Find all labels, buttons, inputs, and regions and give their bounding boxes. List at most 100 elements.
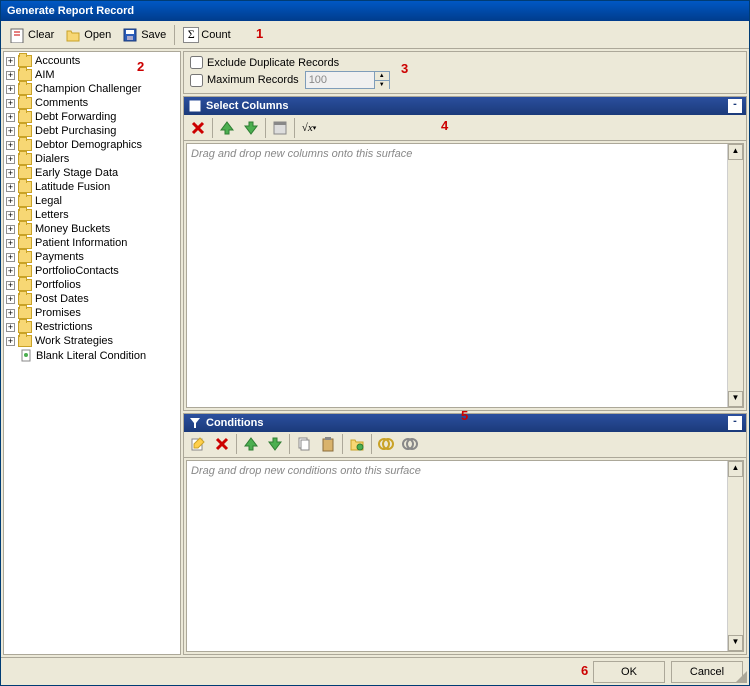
count-button[interactable]: Σ Count: [178, 24, 235, 46]
tree-pane: + Accounts+AIM+Champion Challenger+Commen…: [3, 51, 181, 655]
tree-item[interactable]: +Restrictions: [4, 320, 180, 334]
maximum-records-spinner[interactable]: ▲▼: [375, 71, 390, 89]
cancel-button[interactable]: Cancel: [671, 661, 743, 683]
folder-icon: [18, 307, 32, 319]
expand-icon[interactable]: +: [6, 253, 15, 262]
conditions-collapse-button[interactable]: -: [728, 416, 742, 430]
tree-item[interactable]: + Accounts: [4, 54, 180, 68]
tree-item[interactable]: +Comments: [4, 96, 180, 110]
tree-item-label: Accounts: [35, 55, 80, 67]
delete-condition-button[interactable]: [210, 433, 234, 455]
maximum-records-label: Maximum Records: [207, 74, 299, 86]
paste-condition-button[interactable]: [316, 433, 340, 455]
expand-icon[interactable]: +: [6, 99, 15, 108]
tree-item[interactable]: + PortfolioContacts: [4, 264, 180, 278]
tree-item[interactable]: +Debt Forwarding: [4, 110, 180, 124]
tree-item-label: Letters: [35, 209, 69, 221]
group-condition-button[interactable]: [345, 433, 369, 455]
open-label: Open: [84, 29, 111, 41]
tree-item[interactable]: +Champion Challenger: [4, 82, 180, 96]
expand-icon[interactable]: +: [6, 169, 15, 178]
tree-item[interactable]: + Dialers: [4, 152, 180, 166]
tree-item[interactable]: +Work Strategies: [4, 334, 180, 348]
tree-item-label: Dialers: [35, 153, 69, 165]
expand-icon[interactable]: +: [6, 85, 15, 94]
window-title: Generate Report Record: [7, 5, 134, 17]
expand-icon[interactable]: +: [6, 225, 15, 234]
tree-item-label: Portfolios: [35, 279, 81, 291]
expand-icon[interactable]: +: [6, 323, 15, 332]
aggregate-button[interactable]: √x▾: [297, 117, 321, 139]
save-button[interactable]: Save: [116, 23, 171, 47]
tree-item-label: PortfolioContacts: [35, 265, 119, 277]
expand-icon[interactable]: +: [6, 239, 15, 248]
clear-button[interactable]: Clear: [3, 23, 59, 47]
tree-item[interactable]: +Debt Purchasing: [4, 124, 180, 138]
tree-item[interactable]: + Early Stage Data: [4, 166, 180, 180]
expand-icon[interactable]: +: [6, 57, 15, 66]
cond-move-down-button[interactable]: [263, 433, 287, 455]
move-down-button[interactable]: [239, 117, 263, 139]
resize-grip[interactable]: [735, 671, 747, 683]
folder-icon: [18, 321, 32, 333]
tree-item[interactable]: + Payments: [4, 250, 180, 264]
tree-item[interactable]: +Money Buckets: [4, 222, 180, 236]
format-button[interactable]: [268, 117, 292, 139]
or-group-button[interactable]: [398, 433, 422, 455]
edit-condition-button[interactable]: [186, 433, 210, 455]
select-columns-drop-area[interactable]: Drag and drop new columns onto this surf…: [186, 143, 744, 408]
tree-item[interactable]: + Portfolios: [4, 278, 180, 292]
expand-icon[interactable]: +: [6, 141, 15, 150]
tree-item[interactable]: +Post Dates: [4, 292, 180, 306]
expand-icon[interactable]: +: [6, 183, 15, 192]
ok-button[interactable]: OK: [593, 661, 665, 683]
scrollbar[interactable]: ▲▼: [727, 461, 743, 651]
folder-icon: [18, 223, 32, 235]
expand-icon[interactable]: +: [6, 337, 15, 346]
expand-icon[interactable]: +: [6, 197, 15, 206]
main-area: + Accounts+AIM+Champion Challenger+Commen…: [1, 49, 749, 657]
conditions-drop-area[interactable]: Drag and drop new conditions onto this s…: [186, 460, 744, 652]
tree-item[interactable]: +AIM: [4, 68, 180, 82]
callout-1: 1: [256, 26, 263, 41]
scrollbar[interactable]: ▲▼: [727, 144, 743, 407]
tree-item[interactable]: + Letters: [4, 208, 180, 222]
tree-item[interactable]: + Latitude Fusion: [4, 180, 180, 194]
save-icon: [121, 26, 139, 44]
and-group-button[interactable]: [374, 433, 398, 455]
exclude-duplicates-checkbox[interactable]: [190, 56, 203, 69]
document-icon: [20, 349, 33, 362]
maximum-records-input[interactable]: [305, 71, 375, 89]
expand-icon[interactable]: +: [6, 295, 15, 304]
tree-item[interactable]: +Promises: [4, 306, 180, 320]
expand-icon[interactable]: +: [6, 113, 15, 122]
clear-icon: [8, 26, 26, 44]
expand-icon[interactable]: +: [6, 309, 15, 318]
exclude-duplicates-label: Exclude Duplicate Records: [207, 57, 339, 69]
tree-item[interactable]: +Legal: [4, 194, 180, 208]
tree-item-label: Early Stage Data: [35, 167, 118, 179]
delete-column-button[interactable]: [186, 117, 210, 139]
copy-condition-button[interactable]: [292, 433, 316, 455]
conditions-title: Conditions: [206, 417, 263, 429]
tree-item-label: Payments: [35, 251, 84, 263]
tree-item[interactable]: +Patient Information: [4, 236, 180, 250]
select-columns-collapse-button[interactable]: -: [728, 99, 742, 113]
tree-item-label: Latitude Fusion: [35, 181, 110, 193]
expand-icon[interactable]: +: [6, 211, 15, 220]
expand-icon[interactable]: +: [6, 71, 15, 80]
folder-icon: [18, 139, 32, 151]
move-up-button[interactable]: [215, 117, 239, 139]
expand-icon[interactable]: +: [6, 267, 15, 276]
expand-icon[interactable]: +: [6, 155, 15, 164]
expand-icon[interactable]: +: [6, 127, 15, 136]
select-columns-toolbar: √x▾: [184, 115, 746, 141]
expand-icon[interactable]: +: [6, 281, 15, 290]
folder-icon: [18, 251, 32, 263]
maximum-records-checkbox[interactable]: [190, 74, 203, 87]
open-button[interactable]: Open: [59, 23, 116, 47]
tree-item[interactable]: +Debtor Demographics: [4, 138, 180, 152]
button-bar: OK Cancel: [1, 657, 749, 685]
cond-move-up-button[interactable]: [239, 433, 263, 455]
tree-item[interactable]: Blank Literal Condition: [4, 348, 180, 363]
